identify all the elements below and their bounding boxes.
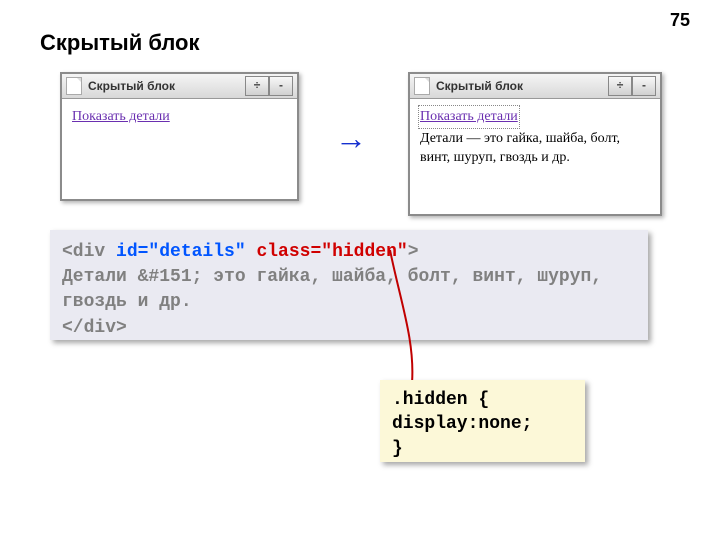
browser-body: Показать детали <box>62 99 297 135</box>
page-icon <box>66 77 82 95</box>
titlebar-button[interactable]: - <box>632 76 656 96</box>
css-line: display:none; <box>392 412 573 436</box>
page-icon <box>414 77 430 95</box>
html-code-box: <div id="details" class="hidden"> Детали… <box>50 230 648 340</box>
code-id-attr: id="details" <box>116 242 246 262</box>
titlebar-buttons: ÷ - <box>608 76 656 96</box>
page-title: Скрытый блок <box>40 30 200 56</box>
code-text: > <box>408 242 419 262</box>
code-text: <div <box>62 242 116 262</box>
titlebar: Скрытый блок ÷ - <box>410 74 660 99</box>
browser-window-before: Скрытый блок ÷ - Показать детали <box>60 72 299 201</box>
titlebar: Скрытый блок ÷ - <box>62 74 297 99</box>
code-text <box>246 242 257 262</box>
css-line: .hidden { <box>392 388 573 412</box>
css-code-box: .hidden { display:none; } <box>380 380 585 462</box>
titlebar-button[interactable]: - <box>269 76 293 96</box>
page-number: 75 <box>670 10 690 31</box>
css-line: } <box>392 437 573 461</box>
browser-window-after: Скрытый блок ÷ - Показать детали Детали … <box>408 72 662 216</box>
code-body: Детали &#151; это гайка, шайба, болт, ви… <box>62 267 602 312</box>
show-details-link[interactable]: Показать детали <box>420 107 518 127</box>
window-title: Скрытый блок <box>88 79 175 93</box>
show-details-link[interactable]: Показать детали <box>72 109 170 124</box>
titlebar-button[interactable]: ÷ <box>245 76 269 96</box>
code-class-attr: class="hidden" <box>256 242 407 262</box>
details-text: Детали — это гайка, шайба, болт, винт, ш… <box>420 129 650 168</box>
code-close: </div> <box>62 318 127 338</box>
titlebar-buttons: ÷ - <box>245 76 293 96</box>
window-title: Скрытый блок <box>436 79 523 93</box>
browser-body: Показать детали Детали — это гайка, шайб… <box>410 99 660 176</box>
arrow-icon: → <box>335 120 367 157</box>
titlebar-button[interactable]: ÷ <box>608 76 632 96</box>
